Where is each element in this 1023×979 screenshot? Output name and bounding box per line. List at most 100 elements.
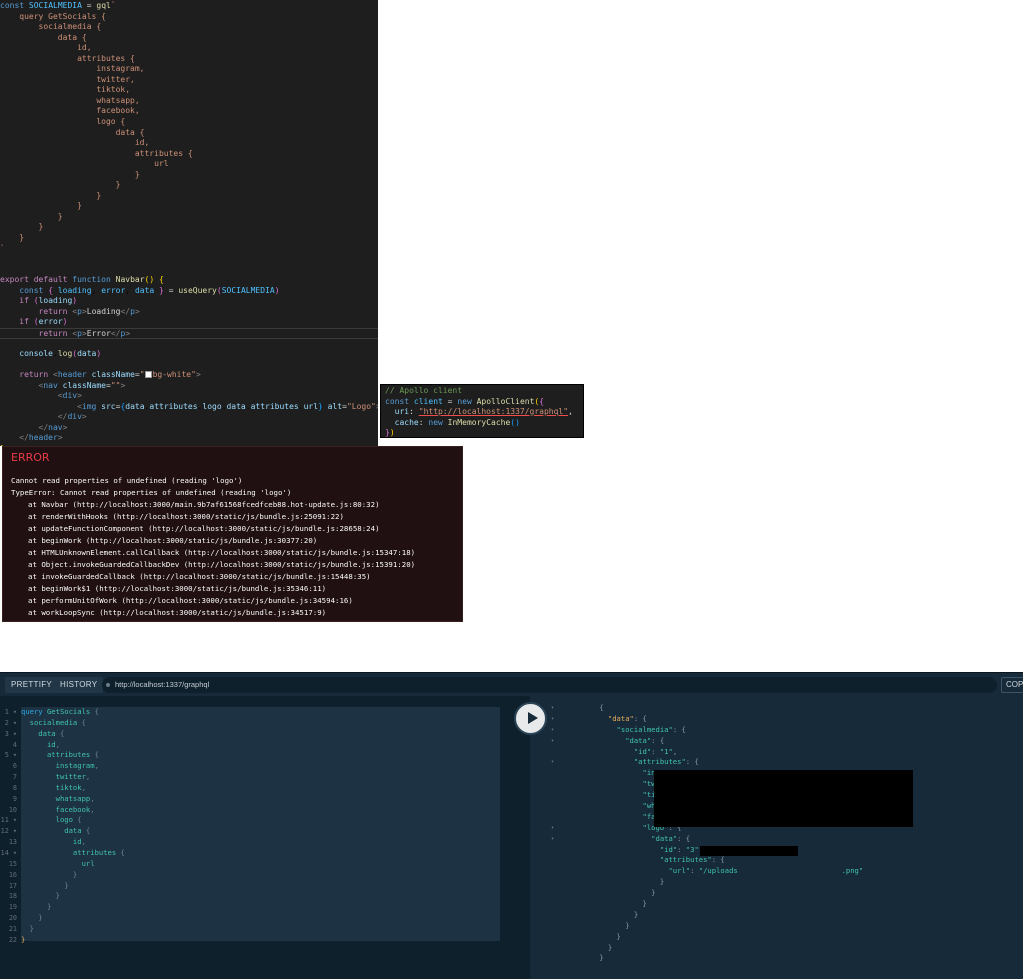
history-button[interactable]: HISTORY (54, 677, 104, 693)
query-line: } (21, 891, 60, 901)
code-line: id, (0, 138, 150, 148)
line-number: 16 (8, 870, 17, 879)
graphql-playground: PRETTIFY HISTORY http://localhost:1337/g… (0, 672, 1023, 979)
stack-frame: at renderWithHooks (http://localhost:300… (28, 512, 344, 521)
error-type: TypeError: Cannot read properties of und… (11, 488, 292, 497)
code-line: } (0, 211, 63, 221)
stack-frame: at Object.invokeGuardedCallbackDev (http… (28, 560, 416, 569)
query-line: } (21, 902, 52, 912)
code-line: const client = new ApolloClient({ (385, 396, 545, 406)
result-line: ▾ { (530, 703, 604, 712)
result-pane[interactable]: ▾ { ▾ "data": { ▾ "socialmedia": { ▾ "da… (530, 696, 1023, 979)
query-line: id, (21, 739, 60, 749)
endpoint-input[interactable]: http://localhost:1337/graphql (102, 677, 997, 693)
line-number: 19 (8, 903, 17, 912)
code-line: return <p>Loading</p> (38, 306, 140, 316)
query-line: socialmedia { (21, 717, 86, 727)
query-line: } (21, 880, 69, 890)
code-editor[interactable]: const SOCIALMEDIA = gql` query GetSocial… (0, 0, 378, 446)
code-line: facebook, (0, 106, 140, 116)
query-line: instagram, (21, 761, 99, 771)
code-line: cache: new InMemoryCache() (394, 417, 520, 427)
result-line: } (530, 920, 630, 930)
result-line: } (530, 953, 604, 963)
result-line: } (530, 888, 656, 898)
query-line: } (21, 869, 78, 879)
result-line: "url": "/uploads .png" (668, 866, 864, 876)
code-line: socialmedia { (0, 22, 102, 32)
code-line: const { loading, error, data } = useQuer… (19, 285, 280, 295)
code-line: instagram, (0, 64, 145, 74)
error-title: ERROR (11, 451, 50, 464)
result-line: } (530, 942, 613, 952)
code-comment: // Apollo client (385, 386, 463, 395)
code-line: export default function Navbar() { (0, 275, 164, 285)
code-line: data { (0, 32, 87, 42)
code-line: attributes { (0, 53, 135, 63)
code-line: uri: "http://localhost:1337/graphql", (394, 407, 573, 416)
code-line: if (loading) (19, 296, 78, 306)
result-line: ▾ "data": { (551, 713, 647, 723)
stack-frame: at updateFunctionComponent (http://local… (28, 524, 380, 533)
line-number: 2 ▾ (4, 718, 17, 727)
color-swatch-icon (144, 371, 152, 379)
query-line: attributes { (21, 847, 125, 857)
error-overlay: ERROR Cannot read properties of undefine… (2, 446, 463, 622)
code-line: } (0, 169, 140, 179)
result-line: } (530, 899, 647, 909)
line-number: 7 (12, 773, 17, 782)
code-line: whatsapp, (0, 95, 140, 105)
execute-query-button[interactable] (514, 702, 547, 735)
code-line: <img src={data.attributes.logo.data.attr… (77, 401, 378, 411)
query-line: id, (21, 837, 86, 847)
code-line: return <header className=" bg-white"> (19, 370, 201, 380)
error-message: Cannot read properties of undefined (rea… (11, 476, 243, 485)
code-line: }) (385, 428, 395, 437)
line-number: 21 (8, 924, 17, 933)
result-line: ▾ "data": { (551, 833, 691, 843)
code-line: ` (0, 243, 5, 253)
line-number: 18 (8, 892, 17, 901)
query-line: attributes { (21, 750, 99, 760)
stack-frame: at beginWork$1 (http://localhost:3000/st… (28, 584, 327, 593)
code-line: } (0, 233, 25, 243)
stack-frame: at Navbar (http://localhost:3000/main.9b… (28, 500, 380, 509)
stack-frame: at performUnitOfWork (http://localhost:3… (28, 596, 353, 605)
code-line: } (0, 222, 44, 232)
playground-toolbar: PRETTIFY HISTORY http://localhost:1337/g… (0, 672, 1023, 696)
code-line: <nav className=""> (38, 380, 126, 390)
code-line: const SOCIALMEDIA = gql` (0, 1, 116, 10)
query-line: } (21, 913, 43, 923)
code-line: data { (0, 127, 145, 137)
prettify-button[interactable]: PRETTIFY (5, 677, 59, 693)
line-number: 15 (8, 859, 17, 868)
copy-curl-button[interactable]: COP (1001, 677, 1023, 693)
result-line: ▾ "attributes": { (551, 757, 699, 767)
query-line: logo { (21, 815, 82, 825)
query-line: } (21, 934, 26, 944)
query-editor[interactable]: query GetSocials { socialmedia { data { … (21, 707, 500, 944)
result-line: ▾ "socialmedia": { (551, 724, 686, 734)
query-line: whatsapp, (21, 793, 95, 803)
line-number: 1 ▾ (4, 708, 17, 716)
query-line: data { (21, 728, 65, 738)
line-number: 11 ▾ (0, 816, 17, 825)
query-line: url (21, 858, 95, 868)
code-line: </div> (57, 412, 87, 422)
code-line: id, (0, 43, 92, 53)
code-line: </nav> (38, 422, 68, 432)
line-number: 22 (8, 935, 17, 944)
line-number: 6 (12, 762, 17, 771)
code-line: console.log(data) (19, 349, 102, 359)
stack-frame: at HTMLUnknownElement.callCallback (http… (28, 548, 416, 557)
query-line: facebook, (21, 804, 95, 814)
query-line: } (21, 923, 34, 933)
result-line: ▾ "data": { (551, 735, 665, 745)
code-line: } (0, 180, 121, 190)
line-number: 12 ▾ (0, 827, 17, 836)
line-numbers: 1 ▾ 2 ▾ 3 ▾ 4 5 ▾ 6 7 8 9 10 11 ▾ 12 ▾ 1… (0, 707, 21, 946)
line-number: 8 (12, 783, 17, 792)
